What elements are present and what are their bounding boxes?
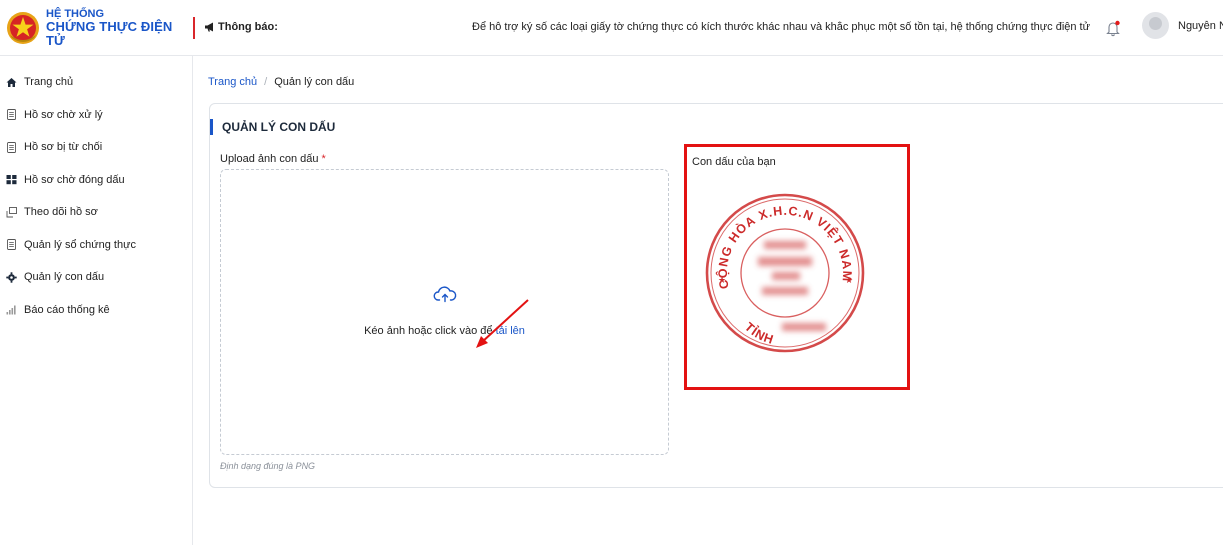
sidebar-item-label: Theo dõi hồ sơ <box>24 206 98 219</box>
sidebar: Trang chủ Hồ sơ chờ xử lý Hồ sơ bị từ ch… <box>0 56 193 545</box>
emblem-icon <box>7 12 39 44</box>
cloud-upload-icon <box>433 286 457 303</box>
sidebar-item-label: Hồ sơ bị từ chối <box>24 141 103 154</box>
home-icon <box>6 77 17 87</box>
brand-line2: CHỨNG THỰC ĐIỆN TỬ <box>46 19 173 48</box>
document-icon <box>7 141 16 153</box>
sidebar-item-stamps[interactable]: Quản lý con dấu <box>0 261 192 294</box>
header-divider <box>193 17 195 39</box>
sidebar-item-awaiting-stamp[interactable]: Hồ sơ chờ đóng dấu <box>0 164 192 197</box>
page-title: QUẢN LÝ CON DẤU <box>210 119 335 135</box>
sidebar-item-label: Hồ sơ chờ đóng dấu <box>24 173 125 186</box>
brand-text: HỆ THỐNG CHỨNG THỰC ĐIỆN TỬ <box>46 8 191 48</box>
upload-dropzone[interactable]: Kéo ảnh hoặc click vào để tải lên <box>220 169 669 455</box>
upload-label: Upload ảnh con dấu * <box>220 153 326 165</box>
svg-text:★: ★ <box>718 275 726 285</box>
stamp-management-card: QUẢN LÝ CON DẤU Upload ảnh con dấu * Kéo… <box>209 103 1223 488</box>
top-header: HỆ THỐNG CHỨNG THỰC ĐIỆN TỬ Thông báo: Đ… <box>0 0 1223 56</box>
megaphone-icon <box>205 22 213 32</box>
app-root: HỆ THỐNG CHỨNG THỰC ĐIỆN TỬ Thông báo: Đ… <box>0 0 1223 545</box>
sidebar-item-rejected[interactable]: Hồ sơ bị từ chối <box>0 131 192 164</box>
sidebar-nav: Trang chủ Hồ sơ chờ xử lý Hồ sơ bị từ ch… <box>0 56 192 326</box>
main-content: Trang chủ / Quản lý con dấu QUẢN LÝ CON … <box>194 57 1223 545</box>
bar-chart-icon <box>6 305 16 315</box>
stamp-label: Con dấu của bạn <box>692 156 776 168</box>
sidebar-item-label: Báo cáo thống kê <box>24 303 110 316</box>
drop-instruction: Kéo ảnh hoặc click vào để tải lên <box>221 325 668 337</box>
document-icon <box>7 239 16 251</box>
notice-label-group: Thông báo: <box>204 21 278 33</box>
breadcrumb-separator: / <box>264 76 268 88</box>
grid-icon <box>6 175 17 185</box>
bell-icon[interactable] <box>1103 18 1123 38</box>
format-hint: Định dạng đúng là PNG <box>220 461 316 471</box>
stamp-image: CỘNG HÒA X.H.C.N VIỆT NAM TỈNH ★ ★ <box>705 193 865 353</box>
track-icon <box>6 206 17 218</box>
gear-icon <box>6 272 17 283</box>
sidebar-item-label: Trang chủ <box>24 76 74 89</box>
upload-link[interactable]: tải lên <box>496 325 525 337</box>
sidebar-item-label: Quản lý con dấu <box>24 271 105 284</box>
stamp-preview-box: Con dấu của bạn CỘNG HÒA X.H.C.N VIỆT NA… <box>684 144 910 390</box>
user-menu[interactable]: Nguyễn N <box>1142 12 1223 39</box>
notice-label: Thông báo: <box>218 21 278 33</box>
stamp-text-bottom: TỈNH <box>742 320 776 347</box>
sidebar-item-label: Quản lý sổ chứng thực <box>24 238 136 251</box>
notice-marquee: Để hỗ trợ ký số các loại giấy tờ chứng t… <box>472 21 1090 33</box>
user-name: Nguyễn N <box>1178 19 1223 32</box>
document-icon <box>7 109 16 121</box>
sidebar-item-home[interactable]: Trang chủ <box>0 66 192 99</box>
required-mark: * <box>321 153 326 165</box>
sidebar-item-pending[interactable]: Hồ sơ chờ xử lý <box>0 99 192 132</box>
drop-text: Kéo ảnh hoặc click vào để <box>364 325 493 337</box>
brand-logo[interactable]: HỆ THỐNG CHỨNG THỰC ĐIỆN TỬ <box>6 6 191 50</box>
avatar-head <box>1149 17 1162 30</box>
avatar <box>1142 12 1169 39</box>
upload-label-text: Upload ảnh con dấu <box>220 153 319 165</box>
breadcrumb: Trang chủ / Quản lý con dấu <box>208 76 354 88</box>
sidebar-item-reports[interactable]: Báo cáo thống kê <box>0 294 192 327</box>
sidebar-item-registry[interactable]: Quản lý sổ chứng thực <box>0 229 192 262</box>
sidebar-item-label: Hồ sơ chờ xử lý <box>24 108 103 121</box>
breadcrumb-current: Quản lý con dấu <box>274 76 355 88</box>
svg-text:★: ★ <box>845 275 853 285</box>
breadcrumb-home[interactable]: Trang chủ <box>208 76 257 88</box>
sidebar-item-tracking[interactable]: Theo dõi hồ sơ <box>0 196 192 229</box>
